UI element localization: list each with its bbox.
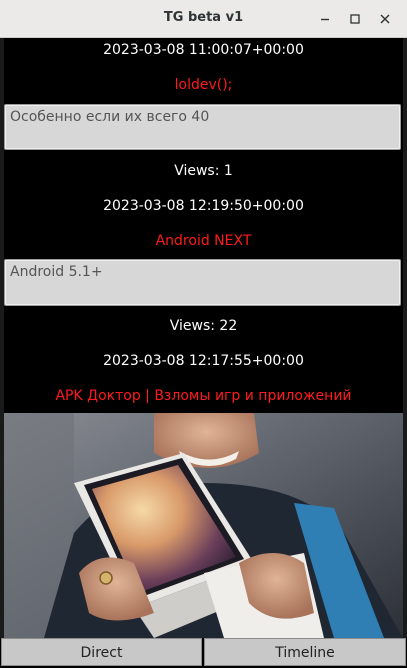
right-edge-strip [403, 38, 407, 638]
post-timestamp: 2023-03-08 11:00:07+00:00 [103, 42, 304, 58]
bottom-tab-bar: Direct Timeline [0, 638, 407, 668]
post-channel[interactable]: loldev(); [0, 77, 407, 93]
post-text: Android 5.1+ [4, 259, 401, 306]
post-views: Views: 1 [174, 163, 233, 179]
minimize-icon[interactable] [315, 9, 335, 29]
post-timestamp: 2023-03-08 12:19:50+00:00 [103, 198, 304, 214]
tab-timeline[interactable]: Timeline [204, 638, 406, 666]
close-icon[interactable] [375, 9, 395, 29]
maximize-icon[interactable] [345, 9, 365, 29]
timeline-feed[interactable]: 2023-03-08 11:00:07+00:00 loldev(); Особ… [0, 38, 407, 638]
window-titlebar: TG beta v1 [0, 0, 407, 38]
post-photo[interactable] [4, 413, 403, 638]
post-channel[interactable]: Android NEXT [0, 233, 407, 249]
post-text: Особенно если их всего 40 [4, 104, 401, 150]
post-timestamp: 2023-03-08 12:17:55+00:00 [103, 353, 304, 369]
post-channel[interactable]: APK Доктор | Взломы игр и приложений [0, 388, 407, 404]
tab-direct[interactable]: Direct [1, 638, 202, 666]
post-views: Views: 22 [169, 318, 238, 334]
